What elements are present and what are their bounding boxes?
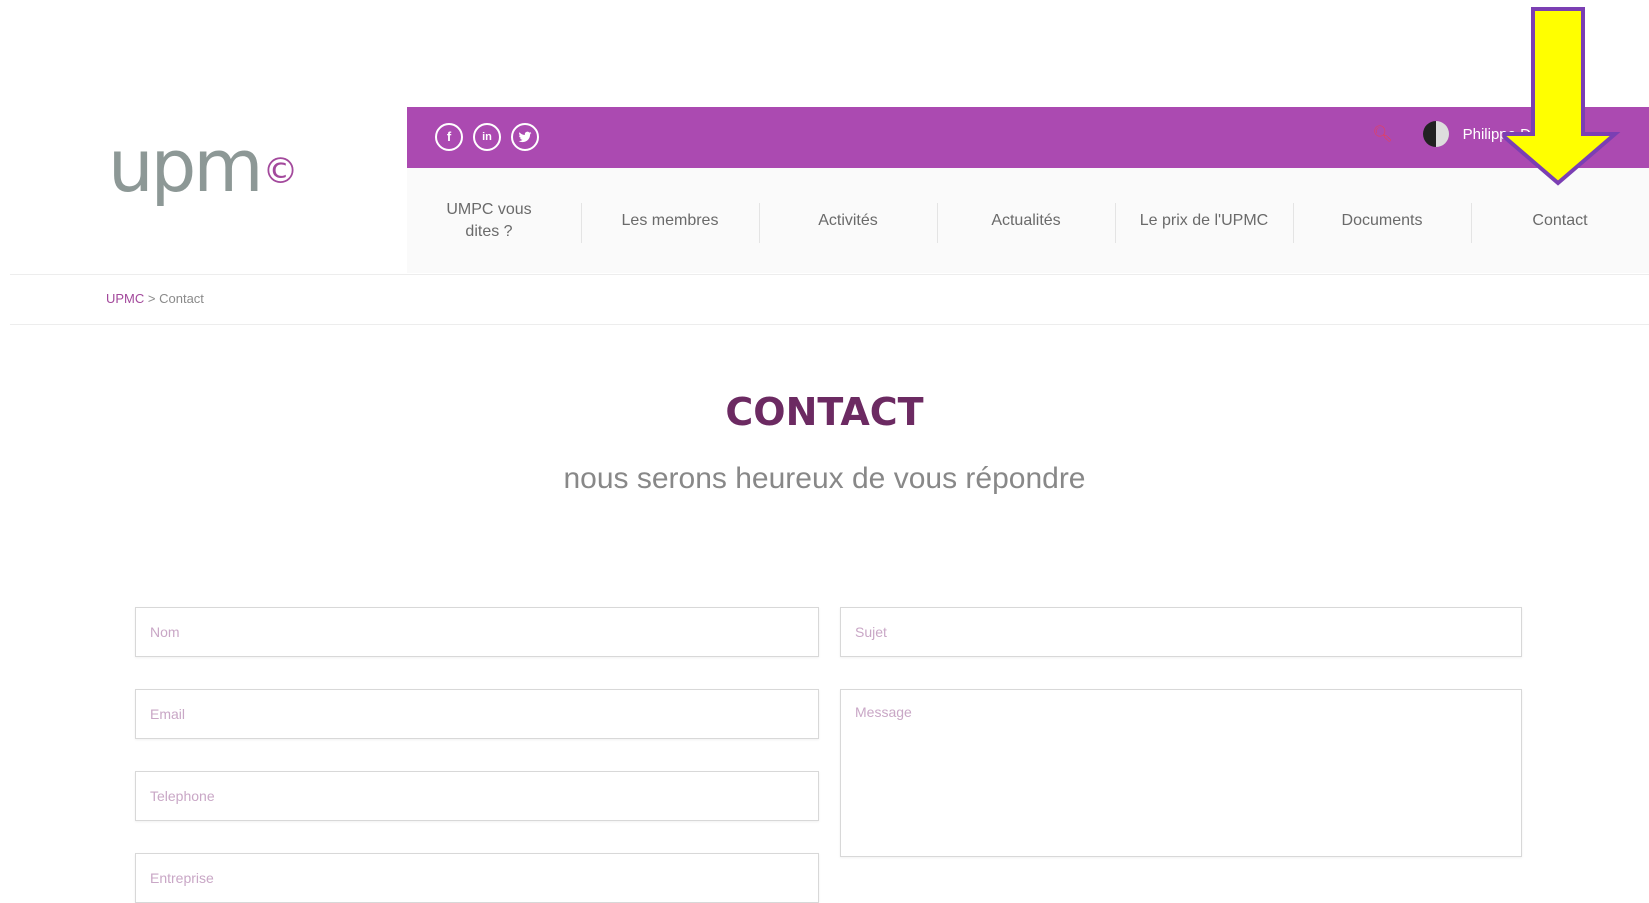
annotation-arrow-icon	[1503, 7, 1621, 186]
linkedin-icon[interactable]: in	[473, 123, 501, 151]
entreprise-input[interactable]	[135, 853, 819, 903]
nav-item-documents[interactable]: Documents	[1293, 168, 1471, 273]
nav-item-umpc-vous-dites[interactable]: UMPC vous dites ?	[397, 168, 581, 273]
breadcrumb: UPMC > Contact	[106, 291, 204, 306]
page-title: CONTACT	[725, 390, 924, 434]
facebook-icon[interactable]: f	[435, 123, 463, 151]
header-divider	[10, 274, 1649, 275]
breadcrumb-home-link[interactable]: UPMC	[106, 291, 144, 306]
nav-item-actualites[interactable]: Actualités	[937, 168, 1115, 273]
page-subtitle: nous serons heureux de vous répondre	[563, 462, 1086, 495]
social-links: f in	[435, 123, 539, 151]
logo-copyright-mark: ©	[262, 151, 299, 192]
main-nav: UMPC vous dites ? Les membres Activités …	[407, 168, 1649, 273]
nav-item-les-membres[interactable]: Les membres	[581, 168, 759, 273]
nav-item-prix-upmc[interactable]: Le prix de l'UPMC	[1115, 168, 1293, 273]
twitter-icon[interactable]	[511, 123, 539, 151]
nom-input[interactable]	[135, 607, 819, 657]
breadcrumb-divider	[10, 324, 1649, 325]
upm-logo[interactable]: upm©	[108, 130, 298, 202]
logo-text: upm	[108, 124, 263, 208]
avatar[interactable]	[1422, 121, 1449, 147]
nav-item-activites[interactable]: Activités	[759, 168, 937, 273]
search-icon[interactable]: 🔍︎	[1372, 124, 1392, 144]
top-bar: f in 🔍︎ Philippe D	[407, 107, 1649, 168]
telephone-input[interactable]	[135, 771, 819, 821]
message-textarea[interactable]	[840, 689, 1522, 857]
sujet-input[interactable]	[840, 607, 1522, 657]
breadcrumb-current: Contact	[159, 291, 204, 306]
email-input[interactable]	[135, 689, 819, 739]
breadcrumb-separator: >	[144, 291, 160, 306]
